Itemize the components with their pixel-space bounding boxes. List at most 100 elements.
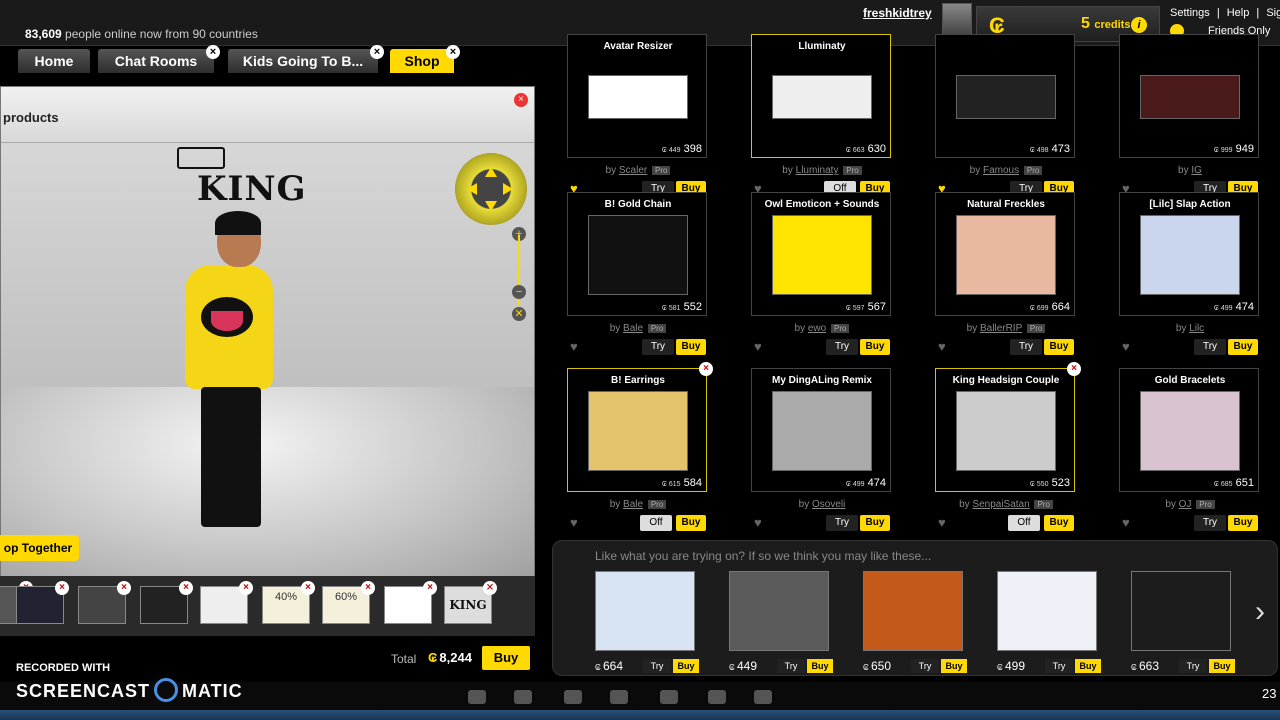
- recommended-item-thumbnail[interactable]: [595, 571, 695, 651]
- item-title[interactable]: Gold Bracelets: [1120, 375, 1260, 386]
- info-icon[interactable]: i: [1131, 17, 1147, 33]
- remove-icon[interactable]: ×: [55, 581, 69, 595]
- zoom-out-icon[interactable]: −: [512, 285, 526, 299]
- favorite-heart-icon[interactable]: ♥: [570, 516, 582, 529]
- remove-icon[interactable]: ×: [361, 581, 375, 595]
- try-button[interactable]: Try: [777, 659, 805, 673]
- recommended-item-thumbnail[interactable]: [1131, 571, 1231, 651]
- item-title[interactable]: My DingALing Remix: [752, 375, 892, 386]
- buy-button[interactable]: Buy: [676, 339, 706, 355]
- shop-item-card[interactable]: Avatar Resizer ₢ 449 398 by Scaler Pro ♥ Try…: [567, 34, 708, 197]
- off-button[interactable]: Off: [1008, 515, 1040, 531]
- item-thumbnail[interactable]: [772, 215, 872, 295]
- try-button[interactable]: Try: [826, 515, 858, 531]
- tab-home[interactable]: Home: [18, 49, 90, 73]
- tray-item-glasses[interactable]: ×: [384, 581, 437, 624]
- buy-button[interactable]: Buy: [1044, 515, 1074, 531]
- item-thumbnail[interactable]: [1140, 215, 1240, 295]
- tab-chat-rooms[interactable]: Chat Rooms ×: [98, 45, 220, 73]
- tray-item[interactable]: ×: [140, 581, 193, 624]
- next-arrow-icon[interactable]: ›: [1255, 595, 1265, 629]
- try-button[interactable]: Try: [911, 659, 939, 673]
- shop-item-card[interactable]: B! Earrings ₢ 615 584 by Bale Pro ♥ Off Buy ×: [567, 362, 713, 531]
- item-thumbnail[interactable]: [1140, 75, 1240, 119]
- remove-icon[interactable]: ×: [699, 362, 713, 376]
- shop-item-card[interactable]: B! Gold Chain ₢ 581 552 by Bale Pro ♥ Try Buy: [567, 192, 708, 355]
- recommended-item-thumbnail[interactable]: [729, 571, 829, 651]
- try-button[interactable]: Try: [1010, 339, 1042, 355]
- item-creator[interactable]: by Lluminaty Pro: [752, 165, 892, 176]
- buy-all-button[interactable]: Buy: [482, 646, 530, 670]
- chat-icon[interactable]: [468, 690, 486, 704]
- off-button[interactable]: Off: [640, 515, 672, 531]
- camera-right-arrow-icon[interactable]: [503, 183, 513, 195]
- try-button[interactable]: Try: [1194, 339, 1226, 355]
- buy-button[interactable]: Buy: [1209, 659, 1235, 673]
- buy-button[interactable]: Buy: [1228, 339, 1258, 355]
- camera-left-arrow-icon[interactable]: [467, 183, 477, 195]
- tray-item-king[interactable]: KING ×: [444, 581, 497, 624]
- favorite-heart-icon[interactable]: ♥: [1122, 340, 1134, 353]
- item-creator[interactable]: by OJ Pro: [1120, 499, 1260, 510]
- shop-item-card[interactable]: ₢ 999 949 by IG ♥ Try Buy: [1119, 34, 1259, 197]
- remove-icon[interactable]: ×: [1067, 362, 1081, 376]
- buy-button[interactable]: Buy: [676, 515, 706, 531]
- shirt-icon[interactable]: [514, 690, 532, 704]
- home-icon[interactable]: [660, 690, 678, 704]
- item-title[interactable]: [Lilc] Slap Action: [1120, 199, 1260, 210]
- item-thumbnail[interactable]: [588, 215, 688, 295]
- shop-item-card[interactable]: King Headsign Couple ₢ 550 523 by SenpaiSa…: [935, 362, 1081, 531]
- buy-button[interactable]: Buy: [1044, 339, 1074, 355]
- camera-down-arrow-icon[interactable]: [485, 201, 497, 211]
- shop-item-card[interactable]: Natural Freckles ₢ 699 664 by BallerRIP Pr…: [935, 192, 1076, 355]
- close-icon[interactable]: ×: [514, 93, 528, 107]
- sign-link[interactable]: Sign: [1266, 7, 1280, 19]
- remove-icon[interactable]: ×: [117, 581, 131, 595]
- item-thumbnail[interactable]: [956, 215, 1056, 295]
- recommended-item-thumbnail[interactable]: [997, 571, 1097, 651]
- shop-item-card[interactable]: My DingALing Remix ₢ 499 474 by Osoveli ♥ Tr…: [751, 368, 892, 531]
- item-creator[interactable]: by ewo Pro: [752, 323, 892, 334]
- favorite-heart-icon[interactable]: ♥: [570, 340, 582, 353]
- shop-together-button[interactable]: op Together: [0, 535, 79, 561]
- item-creator[interactable]: by BallerRIP Pro: [936, 323, 1076, 334]
- tab-kids-going[interactable]: Kids Going To B... ×: [228, 45, 384, 73]
- item-title[interactable]: Natural Freckles: [936, 199, 1076, 210]
- favorite-heart-icon[interactable]: ♥: [1122, 516, 1134, 529]
- shop-item-card[interactable]: Owl Emoticon + Sounds ₢ 597 567 by ewo Pro…: [751, 192, 892, 355]
- item-creator[interactable]: by SenpaiSatan Pro: [936, 499, 1076, 510]
- item-thumbnail[interactable]: [956, 391, 1056, 471]
- item-creator[interactable]: by IG: [1120, 165, 1260, 176]
- close-icon[interactable]: ×: [206, 45, 220, 59]
- try-button[interactable]: Try: [1194, 515, 1226, 531]
- item-title[interactable]: B! Earrings: [568, 375, 708, 386]
- item-thumbnail[interactable]: [772, 391, 872, 471]
- buy-button[interactable]: Buy: [1075, 659, 1101, 673]
- shop-item-card[interactable]: ₢ 498 473 by Famous Pro ♥ Try Buy: [935, 34, 1075, 197]
- tab-shop[interactable]: Shop ×: [390, 45, 460, 73]
- recommended-item-thumbnail[interactable]: [863, 571, 963, 651]
- try-button[interactable]: Try: [1045, 659, 1073, 673]
- item-thumbnail[interactable]: [1140, 391, 1240, 471]
- music-icon[interactable]: [708, 690, 726, 704]
- item-title[interactable]: B! Gold Chain: [568, 199, 708, 210]
- camera-control-ring[interactable]: [455, 153, 527, 225]
- item-title[interactable]: Avatar Resizer: [568, 41, 708, 52]
- buy-button[interactable]: Buy: [860, 339, 890, 355]
- action-icon[interactable]: [610, 690, 628, 704]
- buy-button[interactable]: Buy: [673, 659, 699, 673]
- item-creator[interactable]: by Famous Pro: [936, 165, 1076, 176]
- item-title[interactable]: Lluminaty: [752, 41, 892, 52]
- buy-button[interactable]: Buy: [1228, 515, 1258, 531]
- camera-up-arrow-icon[interactable]: [485, 167, 497, 177]
- item-title[interactable]: Owl Emoticon + Sounds: [752, 199, 892, 210]
- buy-button[interactable]: Buy: [941, 659, 967, 673]
- try-button[interactable]: Try: [643, 659, 671, 673]
- shop-item-card[interactable]: [Lilc] Slap Action ₢ 499 474 by Lilc ♥ Try Bu…: [1119, 192, 1260, 355]
- item-creator[interactable]: by Bale Pro: [568, 323, 708, 334]
- item-thumbnail[interactable]: [772, 75, 872, 119]
- tray-item-hand-resizer[interactable]: 40% ×: [262, 581, 315, 624]
- item-thumbnail[interactable]: [588, 75, 688, 119]
- try-button[interactable]: Try: [642, 339, 674, 355]
- buy-button[interactable]: Buy: [860, 515, 890, 531]
